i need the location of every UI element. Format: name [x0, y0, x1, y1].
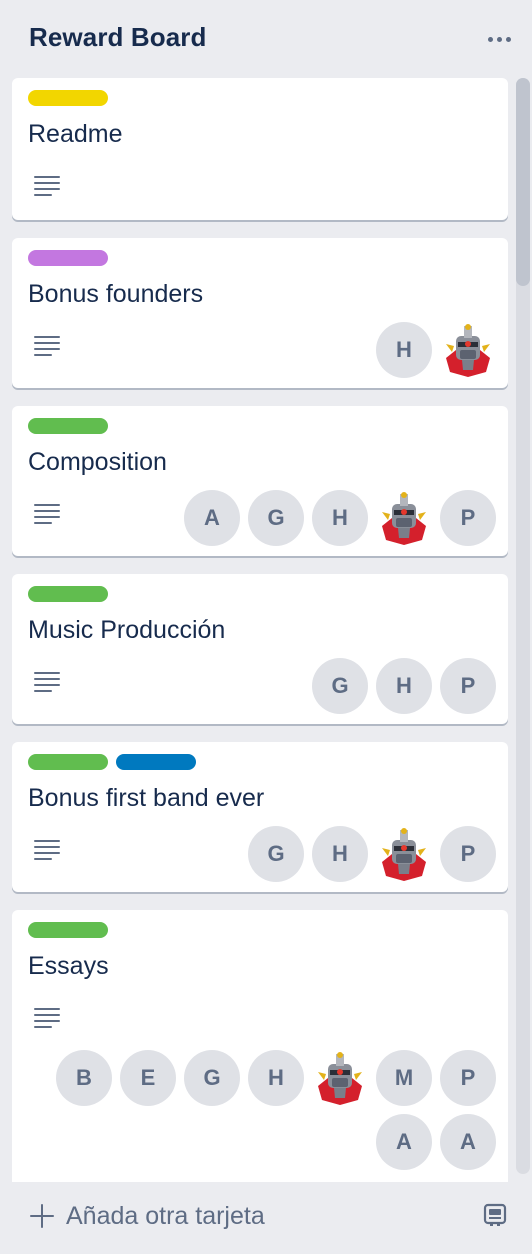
description-icon: [34, 504, 60, 526]
robot-avatar[interactable]: [440, 322, 496, 378]
card-bonus-first-band-ever[interactable]: Bonus first band ever G H P: [12, 742, 508, 892]
member-avatar[interactable]: H: [376, 658, 432, 714]
card-essays[interactable]: Essays B E G H M P A A: [12, 910, 508, 1182]
add-card-label: Añada otra tarjeta: [66, 1201, 265, 1230]
label-purple[interactable]: [28, 250, 108, 266]
robot-avatar[interactable]: [376, 826, 432, 882]
member-avatar[interactable]: A: [376, 1114, 432, 1170]
card-labels: [28, 754, 196, 770]
description-icon: [34, 672, 60, 694]
robot-avatar[interactable]: [376, 490, 432, 546]
member-avatar[interactable]: H: [376, 322, 432, 378]
card-members: B E G H M P A A: [46, 1050, 496, 1170]
card-labels: [28, 90, 108, 106]
robot-avatar-icon: [446, 324, 490, 377]
list-scrollbar[interactable]: [514, 78, 532, 1178]
scrollbar-thumb[interactable]: [516, 78, 530, 286]
label-yellow[interactable]: [28, 90, 108, 106]
member-avatar[interactable]: A: [440, 1114, 496, 1170]
member-avatar[interactable]: G: [184, 1050, 240, 1106]
label-blue[interactable]: [116, 754, 196, 770]
member-avatar[interactable]: P: [440, 826, 496, 882]
card-list: Readme Bonus founders H Composition A G …: [0, 0, 532, 1182]
list-column: Reward Board Readme Bonus founders H Com…: [0, 0, 532, 1254]
card-title: Essays: [28, 952, 109, 980]
label-green[interactable]: [28, 418, 108, 434]
card-members: G H P: [176, 826, 496, 882]
robot-avatar[interactable]: [312, 1050, 368, 1106]
member-avatar[interactable]: G: [312, 658, 368, 714]
robot-avatar-icon: [318, 1052, 362, 1105]
card-readme[interactable]: Readme: [12, 78, 508, 220]
member-avatar[interactable]: G: [248, 826, 304, 882]
card-composition[interactable]: Composition A G H P: [12, 406, 508, 556]
card-title: Bonus founders: [28, 280, 204, 308]
description-icon: [34, 1008, 60, 1030]
label-green[interactable]: [28, 754, 108, 770]
member-avatar[interactable]: M: [376, 1050, 432, 1106]
card-labels: [28, 250, 108, 266]
add-card-button[interactable]: Añada otra tarjeta: [30, 1196, 265, 1236]
member-avatar[interactable]: P: [440, 1050, 496, 1106]
card-bonus-founders[interactable]: Bonus founders H: [12, 238, 508, 388]
card-composer: Añada otra tarjeta: [0, 1182, 532, 1254]
card-music-produccion[interactable]: Music Producción G H P: [12, 574, 508, 724]
description-icon: [34, 336, 60, 358]
card-title: Composition: [28, 448, 167, 476]
description-icon: [34, 176, 60, 198]
member-avatar[interactable]: P: [440, 490, 496, 546]
card-members: H: [176, 322, 496, 378]
member-avatar[interactable]: H: [312, 490, 368, 546]
card-title: Music Producción: [28, 616, 226, 644]
member-avatar[interactable]: P: [440, 658, 496, 714]
card-members: A G H P: [176, 490, 496, 546]
card-title: Bonus first band ever: [28, 784, 265, 812]
member-avatar[interactable]: A: [184, 490, 240, 546]
member-avatar[interactable]: B: [56, 1050, 112, 1106]
member-avatar[interactable]: H: [248, 1050, 304, 1106]
label-green[interactable]: [28, 586, 108, 602]
card-labels: [28, 922, 108, 938]
member-avatar[interactable]: G: [248, 490, 304, 546]
card-labels: [28, 418, 108, 434]
robot-avatar-icon: [382, 492, 426, 545]
card-labels: [28, 586, 108, 602]
member-avatar[interactable]: H: [312, 826, 368, 882]
robot-avatar-icon: [382, 828, 426, 881]
card-template-icon[interactable]: [482, 1202, 508, 1228]
card-members: G H P: [176, 658, 496, 714]
member-avatar[interactable]: E: [120, 1050, 176, 1106]
plus-icon: [30, 1204, 54, 1228]
card-title: Readme: [28, 120, 123, 148]
label-green[interactable]: [28, 922, 108, 938]
description-icon: [34, 840, 60, 862]
